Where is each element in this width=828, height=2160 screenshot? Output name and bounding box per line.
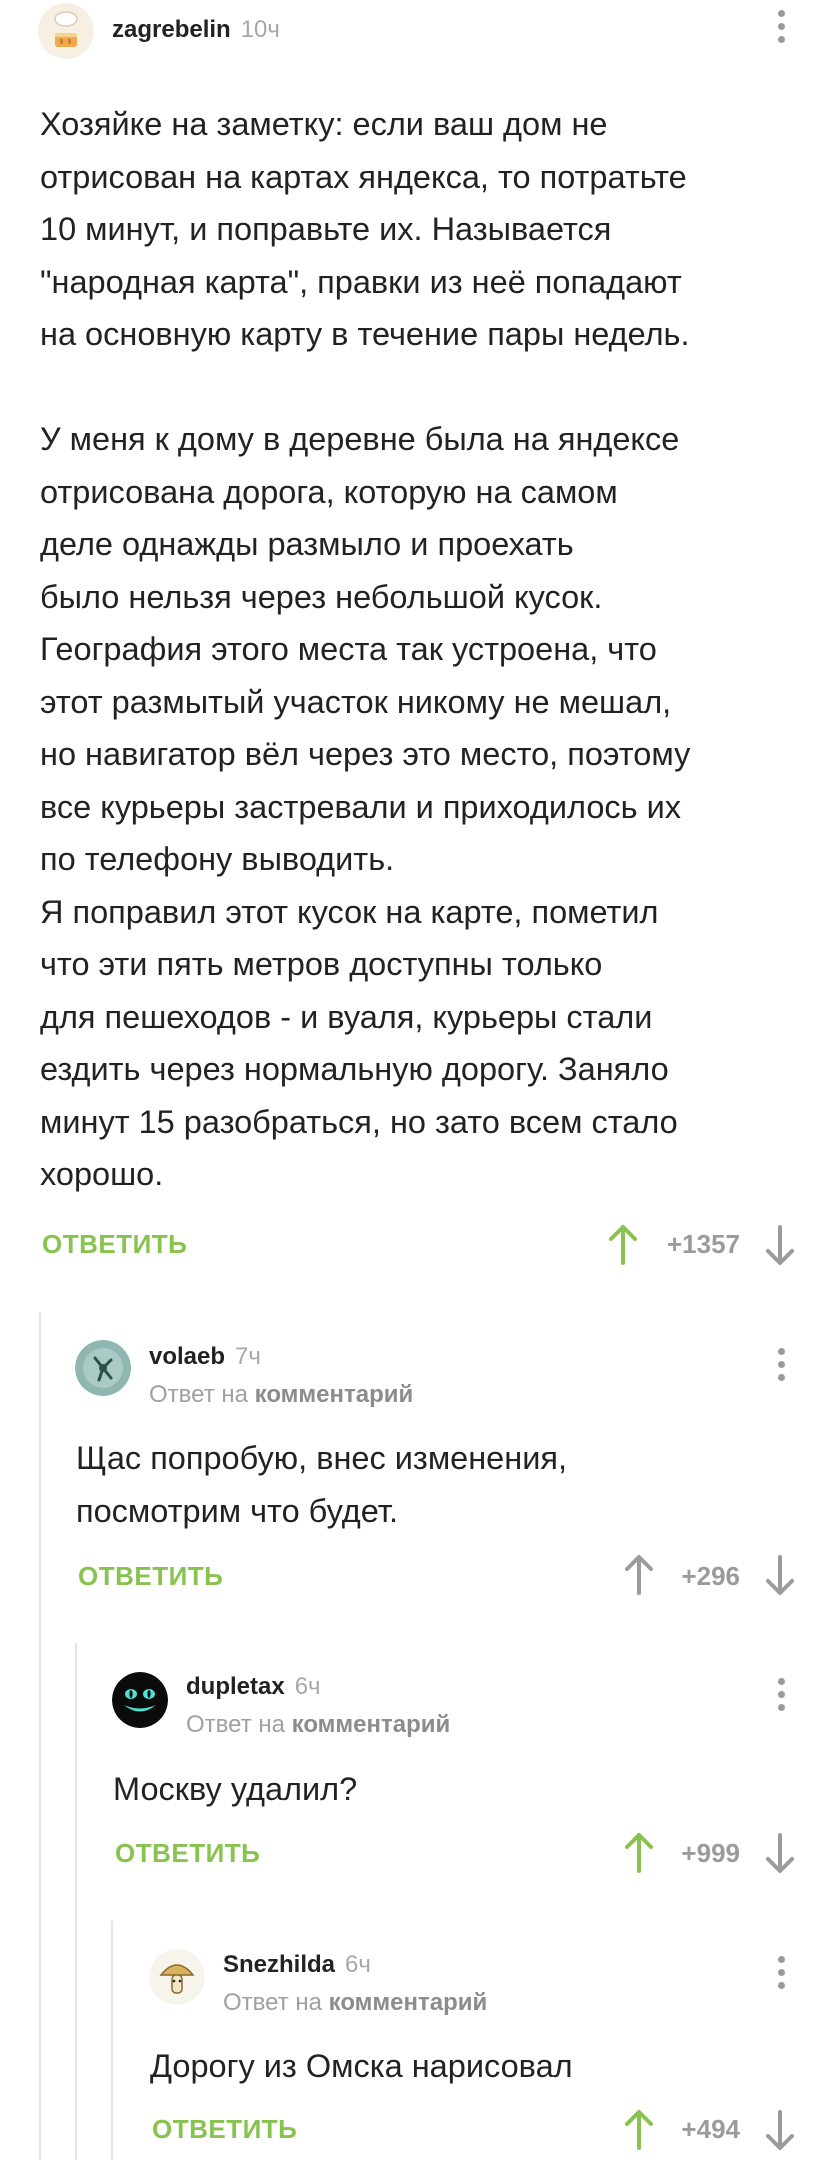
more-options-icon[interactable] xyxy=(776,1348,786,1388)
avatar[interactable] xyxy=(75,1340,131,1396)
comment-text: Щас попробую, внес изменения, посмотрим … xyxy=(76,1440,567,1529)
comment-text: Хозяйке на заметку: если ваш дом не отри… xyxy=(40,106,691,1192)
cheshire-cat-avatar-icon xyxy=(112,1672,168,1728)
username-text[interactable]: volaeb xyxy=(149,1343,225,1370)
rating: +1357 xyxy=(666,1229,740,1259)
username[interactable]: Snezhilda 6ч xyxy=(223,1951,371,1979)
more-options-icon[interactable] xyxy=(776,10,786,50)
reply-button[interactable]: ОТВЕТИТЬ xyxy=(152,2114,297,2145)
avatar[interactable] xyxy=(149,1949,205,2005)
rating: +494 xyxy=(681,2114,740,2144)
reply-to-line: Ответ на комментарий xyxy=(223,1989,487,2017)
downvote-arrow-icon[interactable] xyxy=(763,1831,797,1875)
chef-cake-avatar-icon xyxy=(38,3,94,59)
reply-to-line: Ответ на комментарий xyxy=(186,1711,450,1739)
reply-to-link[interactable]: комментарий xyxy=(292,1711,451,1738)
username[interactable]: dupletax 6ч xyxy=(186,1673,321,1701)
reply-button[interactable]: ОТВЕТИТЬ xyxy=(78,1561,223,1592)
downvote-arrow-icon[interactable] xyxy=(763,1223,797,1267)
username-text[interactable]: zagrebelin xyxy=(112,16,231,43)
thread-line-level-3 xyxy=(111,1921,113,2160)
teal-insect-avatar-icon xyxy=(75,1340,131,1396)
rating: +999 xyxy=(681,1838,740,1868)
reply-to-prefix: Ответ на xyxy=(186,1711,285,1738)
username-text[interactable]: Snezhilda xyxy=(223,1951,335,1978)
comment-time: 6ч xyxy=(345,1951,371,1978)
more-options-icon[interactable] xyxy=(776,1956,786,1996)
username[interactable]: volaeb 7ч xyxy=(149,1343,261,1371)
downvote-arrow-icon[interactable] xyxy=(763,1553,797,1597)
comment-time: 7ч xyxy=(235,1343,261,1370)
comment-time: 10ч xyxy=(240,16,280,43)
upvote-arrow-icon[interactable] xyxy=(606,1223,640,1267)
mushroom-avatar-icon xyxy=(149,1949,205,2005)
reply-to-prefix: Ответ на xyxy=(149,1381,248,1408)
downvote-arrow-icon[interactable] xyxy=(763,2108,797,2152)
more-options-icon[interactable] xyxy=(776,1678,786,1718)
avatar[interactable] xyxy=(38,3,94,59)
reply-to-line: Ответ на комментарий xyxy=(149,1381,413,1409)
username[interactable]: zagrebelin 10ч xyxy=(112,16,280,44)
comment-text: Дорогу из Омска нарисовал xyxy=(150,2048,573,2084)
thread-line-level-2 xyxy=(75,1643,77,2160)
rating: +296 xyxy=(681,1561,740,1591)
reply-to-link[interactable]: комментарий xyxy=(329,1989,488,2016)
reply-to-link[interactable]: комментарий xyxy=(255,1381,414,1408)
thread-line-level-1 xyxy=(39,1312,41,2160)
comment-time: 6ч xyxy=(294,1673,321,1700)
reply-button[interactable]: ОТВЕТИТЬ xyxy=(115,1838,260,1869)
reply-to-prefix: Ответ на xyxy=(223,1989,322,2016)
username-text[interactable]: dupletax xyxy=(186,1673,285,1700)
comment-text: Москву удалил? xyxy=(113,1771,358,1807)
reply-button[interactable]: ОТВЕТИТЬ xyxy=(42,1229,187,1260)
avatar[interactable] xyxy=(112,1672,168,1728)
